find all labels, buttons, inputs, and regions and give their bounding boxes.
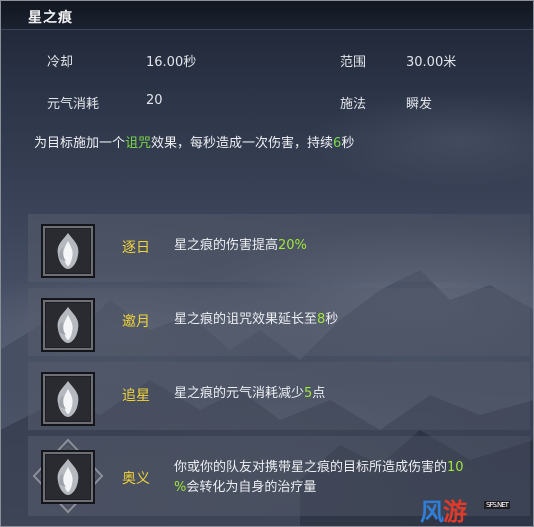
talent-name: 追星 bbox=[122, 388, 150, 404]
flame-talent-icon[interactable] bbox=[41, 298, 95, 352]
flame-icon bbox=[46, 229, 90, 273]
description-keyword: 诅咒 bbox=[125, 136, 152, 151]
talent-desc-line: 你或你的队友对携带星之痕的目标所造成伤害的10 bbox=[174, 458, 524, 478]
talent-desc-value: 10 bbox=[447, 460, 464, 475]
talent-desc-value: % bbox=[174, 480, 187, 495]
cost-value: 20 bbox=[146, 93, 163, 108]
cooldown-label: 冷却 bbox=[47, 55, 74, 70]
cooldown-value: 16.00秒 bbox=[146, 55, 197, 70]
talent-desc-suffix: 点 bbox=[312, 386, 326, 401]
cast-value: 瞬发 bbox=[406, 97, 433, 112]
talent-name: 逐日 bbox=[122, 240, 150, 256]
talent-row-zhuri[interactable]: 逐日 星之痕的伤害提高20% bbox=[28, 214, 530, 282]
flame-talent-icon[interactable] bbox=[41, 224, 95, 278]
range-value: 30.00米 bbox=[406, 55, 457, 70]
watermark-logo: 风游 SFS.NET bbox=[420, 492, 510, 527]
talent-description: 星之痕的诅咒效果延长至8秒 bbox=[174, 310, 338, 330]
flame-talent-icon[interactable] bbox=[41, 372, 95, 426]
talent-name: 邀月 bbox=[122, 314, 150, 330]
title-bar: 星之痕 bbox=[0, 0, 534, 30]
description-text: 效果，每秒造成一次伤害，持续 bbox=[151, 136, 334, 151]
watermark-char: 风 bbox=[420, 498, 444, 526]
skill-title: 星之痕 bbox=[28, 10, 73, 26]
talent-desc-text: 星之痕的元气消耗减少 bbox=[174, 386, 305, 401]
cast-label: 施法 bbox=[340, 97, 367, 112]
talent-desc-suffix: 秒 bbox=[325, 312, 339, 327]
talent-desc-text: 星之痕的伤害提高 bbox=[174, 238, 279, 253]
talent-desc-text: 你或你的队友对携带星之痕的目标所造成伤害的 bbox=[174, 460, 448, 475]
range-label: 范围 bbox=[340, 55, 367, 70]
skill-description: 为目标施加一个诅咒效果，每秒造成一次伤害，持续6秒 bbox=[34, 132, 504, 151]
talent-row-zhuixing[interactable]: 追星 星之痕的元气消耗减少5点 bbox=[28, 362, 530, 430]
talent-description: 星之痕的元气消耗减少5点 bbox=[174, 384, 325, 404]
talent-desc-text: 星之痕的诅咒效果延长至 bbox=[174, 312, 318, 327]
talent-desc-line: %会转化为自身的治疗量 bbox=[174, 478, 524, 498]
flame-icon bbox=[46, 303, 90, 347]
description-text: 秒 bbox=[341, 136, 355, 151]
talent-description: 你或你的队友对携带星之痕的目标所造成伤害的10 %会转化为自身的治疗量 bbox=[174, 458, 524, 498]
talent-desc-value: 20% bbox=[278, 238, 307, 253]
talent-desc-text: 会转化为自身的治疗量 bbox=[186, 480, 317, 495]
flame-icon bbox=[46, 377, 90, 421]
description-text: 为目标施加一个 bbox=[34, 136, 126, 151]
watermark-site: SFS.NET bbox=[484, 501, 510, 509]
flame-icon bbox=[46, 455, 90, 499]
watermark-char: 游 bbox=[443, 498, 467, 526]
flame-talent-icon[interactable] bbox=[41, 450, 95, 504]
talent-row-yaoyue[interactable]: 邀月 星之痕的诅咒效果延长至8秒 bbox=[28, 288, 530, 356]
talent-description: 星之痕的伤害提高20% bbox=[174, 236, 307, 256]
cost-label: 元气消耗 bbox=[47, 97, 100, 112]
talent-name: 奥义 bbox=[122, 471, 150, 487]
